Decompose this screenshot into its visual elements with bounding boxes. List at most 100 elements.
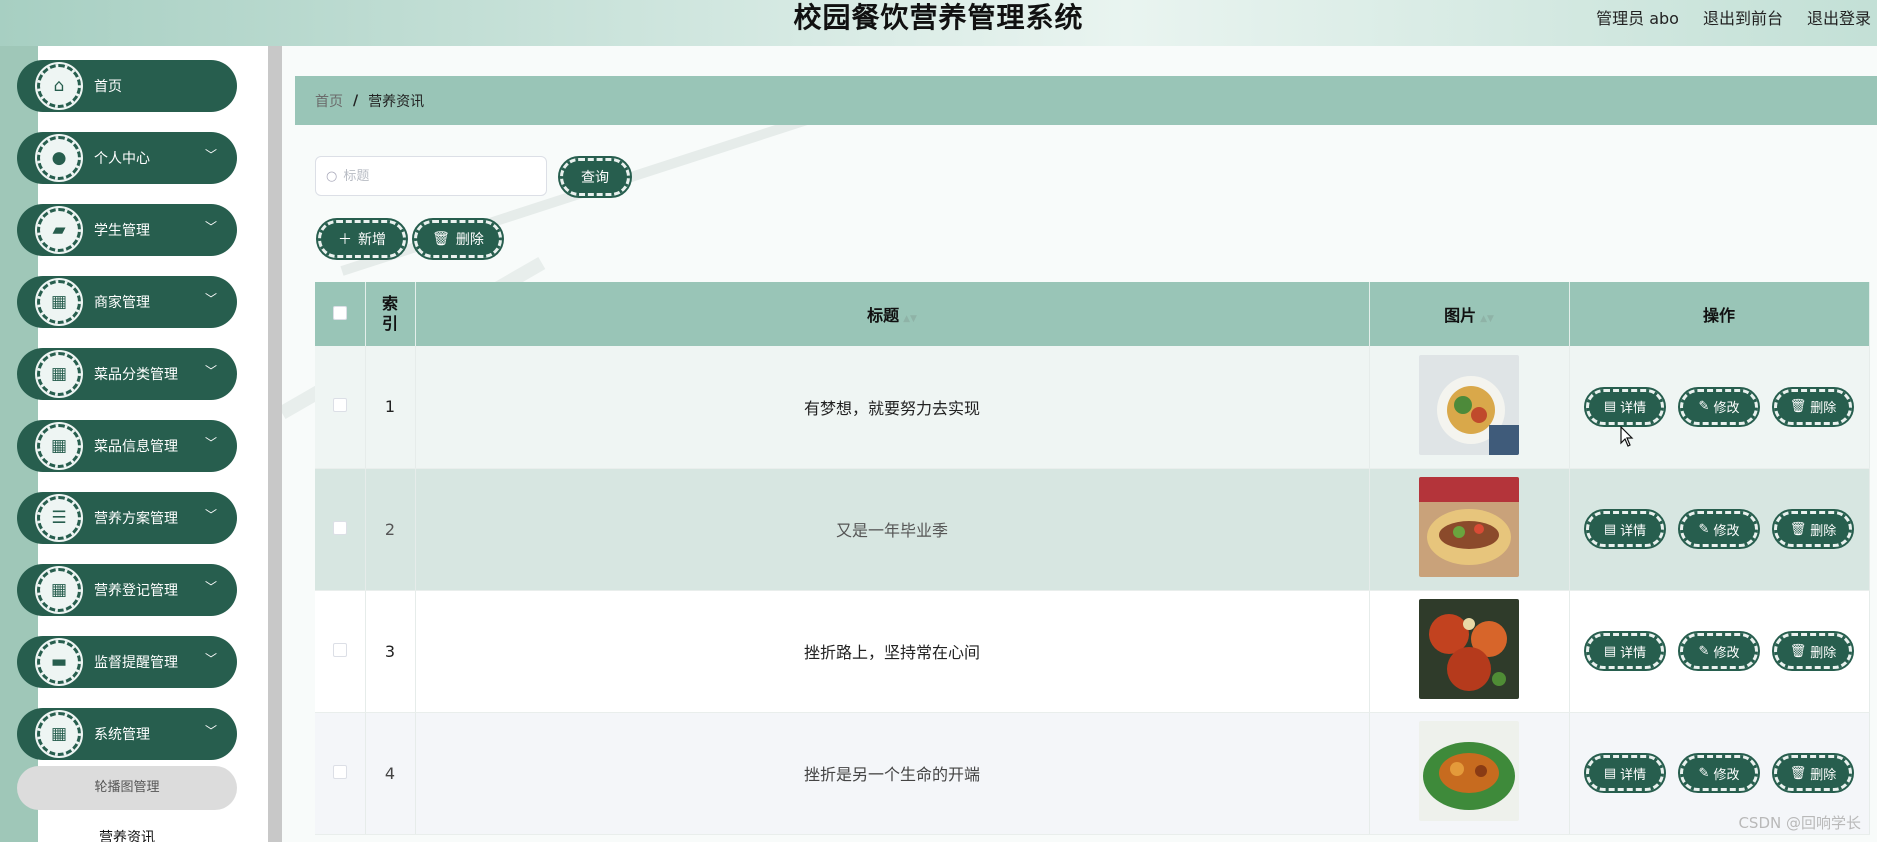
chevron-down-icon: ﹀ (204, 508, 217, 522)
table-header-row: 索 引 标题 ▲▼ 图片 ▲▼ 操作 (315, 282, 1870, 346)
pencil-icon: ✎ (1698, 643, 1710, 659)
detail-button[interactable]: ▤ 详情 (1584, 753, 1666, 793)
sidebar-item-label: 菜品信息管理 (94, 439, 178, 455)
sidebar-item-home[interactable]: ⌂ 首页 (17, 60, 237, 112)
mouse-cursor-icon (1620, 426, 1634, 447)
row-checkbox[interactable] (332, 520, 347, 535)
row-index: 2 (365, 468, 416, 591)
edit-button[interactable]: ✎ 修改 (1678, 631, 1760, 671)
detail-button[interactable]: ▤ 详情 (1584, 509, 1666, 549)
sidebar-item-merchants[interactable]: ▦ 商家管理 ﹀ (17, 276, 237, 328)
sidebar-item-students[interactable]: ▰ 学生管理 ﹀ (17, 204, 237, 256)
submenu-item-carousel[interactable]: 轮播图管理 (17, 766, 237, 810)
delete-button[interactable]: 🗑 删除 (1772, 509, 1854, 549)
user-label: 管理员 abo (1596, 9, 1679, 28)
sidebar-item-nutrition-plan[interactable]: ☰ 营养方案管理 ﹀ (17, 492, 237, 544)
sidebar-item-supervision[interactable]: ▬ 监督提醒管理 ﹀ (17, 636, 237, 688)
document-icon: ▤ (1603, 643, 1617, 659)
sidebar-item-label: 首页 (94, 79, 122, 95)
row-checkbox[interactable] (332, 764, 347, 779)
document-icon: ▤ (1603, 521, 1617, 537)
delete-label: 删除 (455, 232, 484, 248)
chevron-down-icon: ﹀ (204, 436, 217, 450)
header-links: 管理员 abo 退出到前台 退出登录 (1596, 0, 1871, 34)
header-index: 索 引 (365, 282, 416, 346)
sort-icon[interactable]: ▲▼ (1480, 314, 1494, 324)
query-button[interactable]: 查询 (558, 156, 632, 198)
sidebar-item-label: 监督提醒管理 (94, 655, 178, 671)
to-frontend-link[interactable]: 退出到前台 (1703, 5, 1783, 29)
query-label: 查询 (581, 170, 609, 186)
row-index: 1 (365, 346, 416, 469)
chevron-down-icon: ﹀ (204, 220, 217, 234)
row-title: 挫折路上，坚持常在心间 (415, 590, 1370, 713)
header-image[interactable]: 图片 ▲▼ (1369, 282, 1570, 346)
sidebar-item-dish-info[interactable]: ▦ 菜品信息管理 ﹀ (17, 420, 237, 472)
search-box[interactable]: ○ (315, 156, 547, 196)
grid-icon: ▦ (35, 278, 83, 326)
logout-link[interactable]: 退出登录 (1807, 5, 1871, 29)
trash-icon: 🗑 (1789, 765, 1807, 781)
trash-icon: 🗑 (432, 231, 450, 247)
batch-delete-button[interactable]: 🗑 删除 (412, 218, 504, 260)
sidebar-item-label: 营养登记管理 (94, 583, 178, 599)
top-header: 校园餐饮营养管理系统 管理员 abo 退出到前台 退出登录 (0, 0, 1877, 46)
detail-button[interactable]: ▤ 详情 (1584, 631, 1666, 671)
document-icon: ▤ (1603, 399, 1617, 415)
delete-button[interactable]: 🗑 删除 (1772, 753, 1854, 793)
sidebar-item-nutrition-record[interactable]: ▦ 营养登记管理 ﹀ (17, 564, 237, 616)
breadcrumb: 首页 / 营养资讯 (295, 76, 1877, 125)
edit-button[interactable]: ✎ 修改 (1678, 386, 1760, 427)
home-icon: ⌂ (35, 62, 83, 110)
detail-button[interactable]: ▤ 详情 (1584, 386, 1666, 427)
sidebar-item-label: 学生管理 (94, 223, 150, 239)
list-icon: ☰ (35, 494, 83, 542)
chevron-down-icon: ﹀ (204, 652, 217, 666)
sidebar-scrollbar[interactable] (268, 46, 282, 842)
search-input[interactable] (343, 168, 534, 184)
add-button[interactable]: ＋ 新增 (316, 218, 408, 260)
breadcrumb-home[interactable]: 首页 (315, 91, 343, 111)
edit-button[interactable]: ✎ 修改 (1678, 753, 1760, 793)
sort-icon[interactable]: ▲▼ (903, 314, 917, 324)
sidebar-menu: ⌂ 首页 ● 个人中心 ﹀ ▰ 学生管理 ﹀ ▦ 商家管理 ﹀ ▦ 菜品分类管理… (17, 60, 237, 780)
grid-icon: ▦ (35, 710, 83, 758)
row-index: 3 (365, 590, 416, 713)
edit-button[interactable]: ✎ 修改 (1678, 509, 1760, 549)
chevron-down-icon: ﹀ (204, 580, 217, 594)
add-label: 新增 (358, 232, 386, 248)
trash-icon: 🗑 (1789, 521, 1807, 537)
grid-icon: ▦ (35, 566, 83, 614)
pencil-icon: ✎ (1698, 765, 1710, 781)
header-actions: 操作 (1569, 282, 1870, 346)
user-icon: ● (35, 134, 83, 182)
submenu-item-nutrition-news[interactable]: 营养资讯 (17, 816, 237, 842)
row-checkbox[interactable] (332, 398, 347, 413)
sidebar-item-label: 菜品分类管理 (94, 367, 178, 383)
sidebar-item-dish-category[interactable]: ▦ 菜品分类管理 ﹀ (17, 348, 237, 400)
chevron-down-icon: ﹀ (204, 724, 217, 738)
sidebar-item-personal-center[interactable]: ● 个人中心 ﹀ (17, 132, 237, 184)
plus-icon: ＋ (338, 232, 352, 248)
sidebar-item-label: 系统管理 (94, 727, 150, 743)
table-row: 4 挫折是另一个生命的开端 ▤ 详情 ✎ 修改 🗑 删除 (315, 712, 1870, 835)
search-icon: ○ (326, 168, 338, 184)
row-title: 挫折是另一个生命的开端 (415, 712, 1370, 835)
sidebar-item-system[interactable]: ▦ 系统管理 ﹀ (17, 708, 237, 760)
delete-button[interactable]: 🗑 删除 (1772, 386, 1854, 427)
delete-button[interactable]: 🗑 删除 (1772, 631, 1854, 671)
monitor-icon: ▬ (35, 638, 83, 686)
select-all-cell (315, 282, 366, 346)
news-table: 索 引 标题 ▲▼ 图片 ▲▼ 操作 1 有梦想，就要努力去实现 ▤ 详情 ✎ 修改 🗑… (315, 282, 1870, 835)
briefcase-icon: ▰ (35, 206, 83, 254)
row-title: 又是一年毕业季 (415, 468, 1370, 591)
trash-icon: 🗑 (1789, 399, 1807, 415)
sidebar-item-label: 商家管理 (94, 295, 150, 311)
grid-icon: ▦ (35, 422, 83, 470)
food-image (1419, 721, 1519, 821)
breadcrumb-current: 营养资讯 (368, 93, 425, 110)
select-all-checkbox[interactable] (332, 305, 347, 320)
row-checkbox[interactable] (332, 642, 347, 657)
header-title[interactable]: 标题 ▲▼ (415, 282, 1370, 346)
header-image-label: 图片 (1444, 306, 1477, 325)
